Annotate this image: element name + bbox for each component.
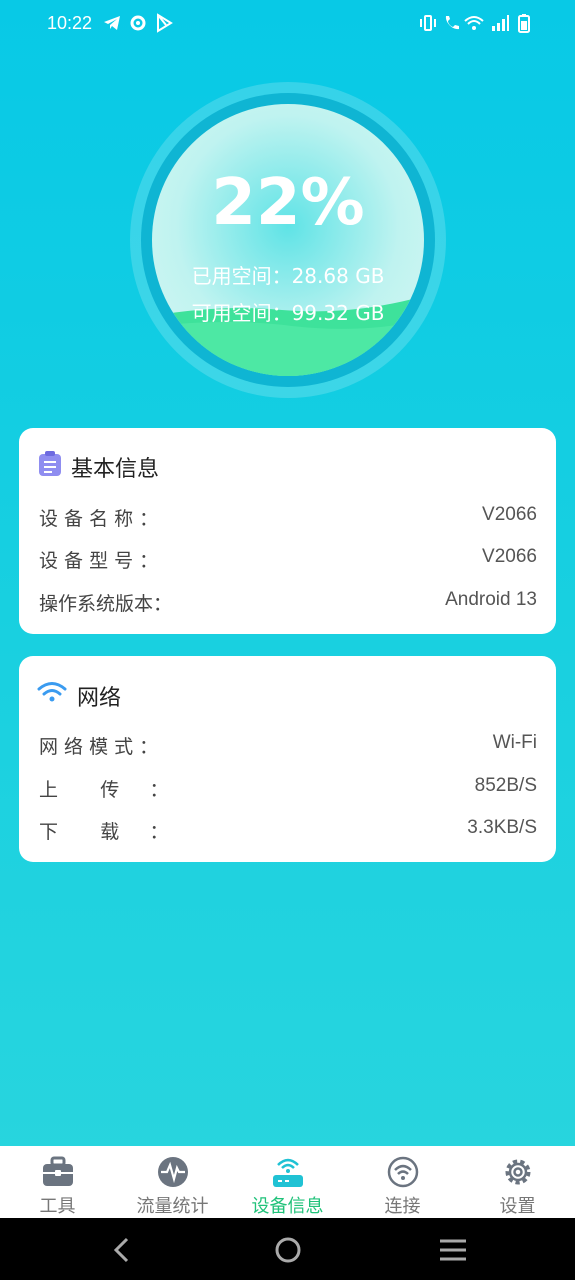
nav-tools[interactable]: 工具 bbox=[0, 1146, 115, 1218]
nav-connect-label: 连接 bbox=[384, 1196, 421, 1217]
gear-icon bbox=[130, 15, 146, 31]
network-mode-value: Wi-Fi bbox=[492, 732, 537, 753]
battery-icon bbox=[518, 14, 530, 33]
nav-traffic-stats-label: 流量统计 bbox=[136, 1196, 209, 1217]
nav-connect[interactable]: 连接 bbox=[345, 1146, 460, 1218]
home-icon[interactable] bbox=[268, 1230, 308, 1270]
nav-traffic-stats[interactable]: 流量统计 bbox=[115, 1146, 230, 1218]
wifi-circle-icon bbox=[387, 1156, 419, 1188]
upload-label: 上 传 ： bbox=[39, 779, 169, 801]
wifi-icon bbox=[464, 16, 484, 30]
toolbox-icon bbox=[43, 1156, 73, 1186]
nav-settings-label: 设置 bbox=[499, 1196, 536, 1217]
upload-value: 852B/S bbox=[474, 775, 537, 796]
vibrate-icon bbox=[420, 15, 436, 31]
system-navigation-bar bbox=[0, 1218, 575, 1280]
bottom-nav: 工具 流量统计 设备信息 连接 设置 bbox=[0, 1146, 575, 1218]
nav-tools-label: 工具 bbox=[39, 1196, 76, 1217]
basic-info-title: 基本信息 bbox=[71, 457, 160, 482]
network-card: 网络 网 络 模 式 ： Wi-Fi 上 传 ： 852B/S 下 载 ： 3.… bbox=[19, 656, 556, 862]
wifi-call-icon bbox=[445, 16, 459, 30]
back-icon[interactable] bbox=[102, 1230, 142, 1270]
os-version-label: 操作系统版本： bbox=[39, 593, 173, 615]
network-title: 网络 bbox=[77, 686, 122, 711]
nav-settings[interactable]: 设置 bbox=[460, 1146, 575, 1218]
status-time: 10:22 bbox=[47, 13, 93, 33]
play-store-icon bbox=[157, 13, 173, 33]
device-model-label: 设 备 型 号 ： bbox=[39, 550, 159, 572]
telegram-icon bbox=[104, 16, 120, 30]
download-label: 下 载 ： bbox=[39, 821, 169, 843]
network-mode-label: 网 络 模 式 ： bbox=[39, 736, 159, 758]
device-name-label: 设 备 名 称 ： bbox=[39, 508, 159, 530]
storage-gauge bbox=[152, 104, 424, 376]
recents-menu-icon[interactable] bbox=[433, 1230, 473, 1270]
storage-percent: 22% bbox=[211, 166, 365, 240]
clipboard-icon bbox=[39, 451, 61, 476]
used-space-text: 已用空间：28.68 GB bbox=[191, 264, 385, 288]
pulse-icon bbox=[158, 1157, 188, 1187]
device-model-value: V2066 bbox=[482, 546, 537, 567]
download-value: 3.3KB/S bbox=[467, 817, 537, 838]
status-bar: 10:22 bbox=[0, 0, 575, 48]
router-icon bbox=[273, 1158, 303, 1187]
gear-icon bbox=[505, 1159, 531, 1185]
nav-device-info-label: 设备信息 bbox=[251, 1196, 324, 1217]
os-version-value: Android 13 bbox=[445, 589, 537, 610]
signal-icon bbox=[492, 15, 509, 31]
gauge-wave-fill bbox=[152, 296, 424, 376]
basic-info-card: 基本信息 设 备 名 称 ： V2066 设 备 型 号 ： V2066 操作系… bbox=[19, 428, 556, 634]
free-space-text: 可用空间：99.32 GB bbox=[191, 301, 385, 325]
wifi-icon bbox=[37, 682, 67, 702]
nav-device-info[interactable]: 设备信息 bbox=[230, 1146, 345, 1218]
device-name-value: V2066 bbox=[482, 504, 537, 525]
